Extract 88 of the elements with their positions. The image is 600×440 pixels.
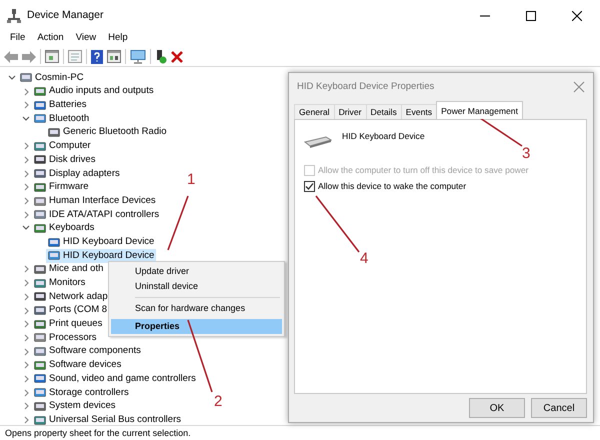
delete-icon[interactable] (171, 50, 183, 62)
forward-arrow-icon[interactable] (22, 50, 36, 62)
close-icon[interactable] (572, 10, 582, 20)
dialog-title: HID Keyboard Device Properties (297, 80, 434, 94)
device-icon (34, 113, 46, 124)
tree-item[interactable]: Audio inputs and outputs (32, 84, 156, 98)
window-icon[interactable] (107, 50, 121, 63)
device-icon (34, 264, 46, 275)
device-name: HID Keyboard Device (342, 130, 425, 143)
tree-item[interactable]: HID Keyboard Device (46, 235, 156, 249)
help-icon[interactable] (91, 50, 103, 64)
window-icon[interactable] (45, 50, 59, 63)
keyboard-icon (304, 136, 332, 148)
tree-item[interactable]: Network adap (32, 290, 110, 304)
tree-item[interactable]: Generic Bluetooth Radio (46, 126, 169, 140)
callout-number: 1 (187, 171, 196, 188)
tree-item[interactable]: Storage controllers (32, 386, 131, 400)
device-icon (34, 100, 46, 111)
tree-item[interactable]: IDE ATA/ATAPI controllers (32, 208, 162, 222)
checkbox-label: Allow this device to wake the computer (318, 180, 466, 193)
cancel-button[interactable]: Cancel (531, 398, 587, 418)
window-title: Device Manager (27, 8, 104, 23)
device-icon (48, 127, 60, 138)
menu-item[interactable]: Scan for hardware changes (111, 301, 282, 316)
tree-item[interactable]: System devices (32, 400, 118, 414)
device-icon (34, 196, 46, 207)
tab[interactable]: General (294, 104, 335, 119)
tree-item[interactable]: Batteries (32, 98, 88, 112)
callout-number: 3 (522, 145, 530, 162)
tree-item[interactable]: Bluetooth (32, 112, 92, 126)
tree-item[interactable]: Computer (32, 139, 93, 154)
device-icon (34, 332, 46, 344)
leader-line (167, 196, 189, 250)
tree-item[interactable]: Print queues (32, 317, 104, 332)
tab[interactable]: Power Management (436, 101, 523, 119)
device-icon (34, 278, 46, 289)
device-icon (34, 360, 46, 371)
device-icon (34, 400, 46, 412)
tree-item[interactable]: Ports (COM 8 (32, 304, 110, 318)
tree-item[interactable]: Mice and oth (32, 262, 106, 276)
device-icon (48, 250, 60, 262)
device-icon (34, 387, 46, 398)
tree-item[interactable]: Software devices (32, 358, 124, 372)
tree-item[interactable]: Display adapters (32, 166, 122, 180)
callout-number: 2 (214, 393, 222, 410)
device-icon (48, 236, 60, 248)
leader-line (480, 117, 522, 147)
menu-item[interactable]: Help (102, 31, 134, 45)
device-icon (34, 168, 46, 180)
document-icon[interactable] (68, 50, 82, 63)
device-icon (34, 222, 46, 234)
ok-button[interactable]: OK (469, 398, 525, 418)
device-icon (34, 318, 46, 330)
device-icon (34, 182, 46, 193)
tree-item[interactable]: Keyboards (32, 222, 96, 236)
device-icon (34, 154, 46, 166)
device-icon (34, 140, 46, 152)
checkbox[interactable] (304, 180, 315, 192)
menu-item[interactable]: Properties (111, 319, 282, 334)
status-bar: Opens property sheet for the current selection. (0, 425, 600, 440)
tree-item[interactable]: Cosmin-PC (18, 71, 86, 85)
device-icon (34, 305, 46, 316)
callout-number: 4 (360, 250, 368, 267)
device-icon (34, 373, 46, 384)
tree-item[interactable]: Monitors (32, 276, 88, 290)
back-arrow-icon[interactable] (4, 50, 18, 62)
menu-item[interactable]: View (70, 31, 102, 45)
leader-line (315, 196, 360, 252)
tree-item[interactable]: Processors (32, 331, 99, 345)
tree-item[interactable]: Human Interface Devices (32, 194, 158, 208)
menu-item[interactable]: Uninstall device (111, 279, 282, 294)
tree-item[interactable]: HID Keyboard Device (46, 248, 156, 263)
tree-item[interactable]: Universal Serial Bus controllers (32, 413, 183, 425)
device-icon (34, 86, 46, 98)
tree-item[interactable]: Disk drives (32, 153, 98, 167)
tree-item[interactable]: Firmware (32, 180, 91, 194)
tree-item[interactable]: Sound, video and game controllers (32, 372, 198, 386)
menu-item[interactable]: File (4, 31, 32, 45)
menu-item[interactable]: Update driver (111, 264, 282, 279)
device-icon (34, 291, 46, 302)
monitor-icon[interactable] (130, 50, 146, 64)
maximize-icon[interactable] (526, 10, 536, 20)
menu-item[interactable]: Action (31, 31, 70, 45)
device-icon (34, 414, 46, 425)
checkbox-label: Allow the computer to turn off this device to save power (318, 164, 528, 177)
device-icon (34, 209, 46, 220)
device-icon (34, 346, 46, 358)
tree-item[interactable]: Software components (32, 344, 143, 358)
